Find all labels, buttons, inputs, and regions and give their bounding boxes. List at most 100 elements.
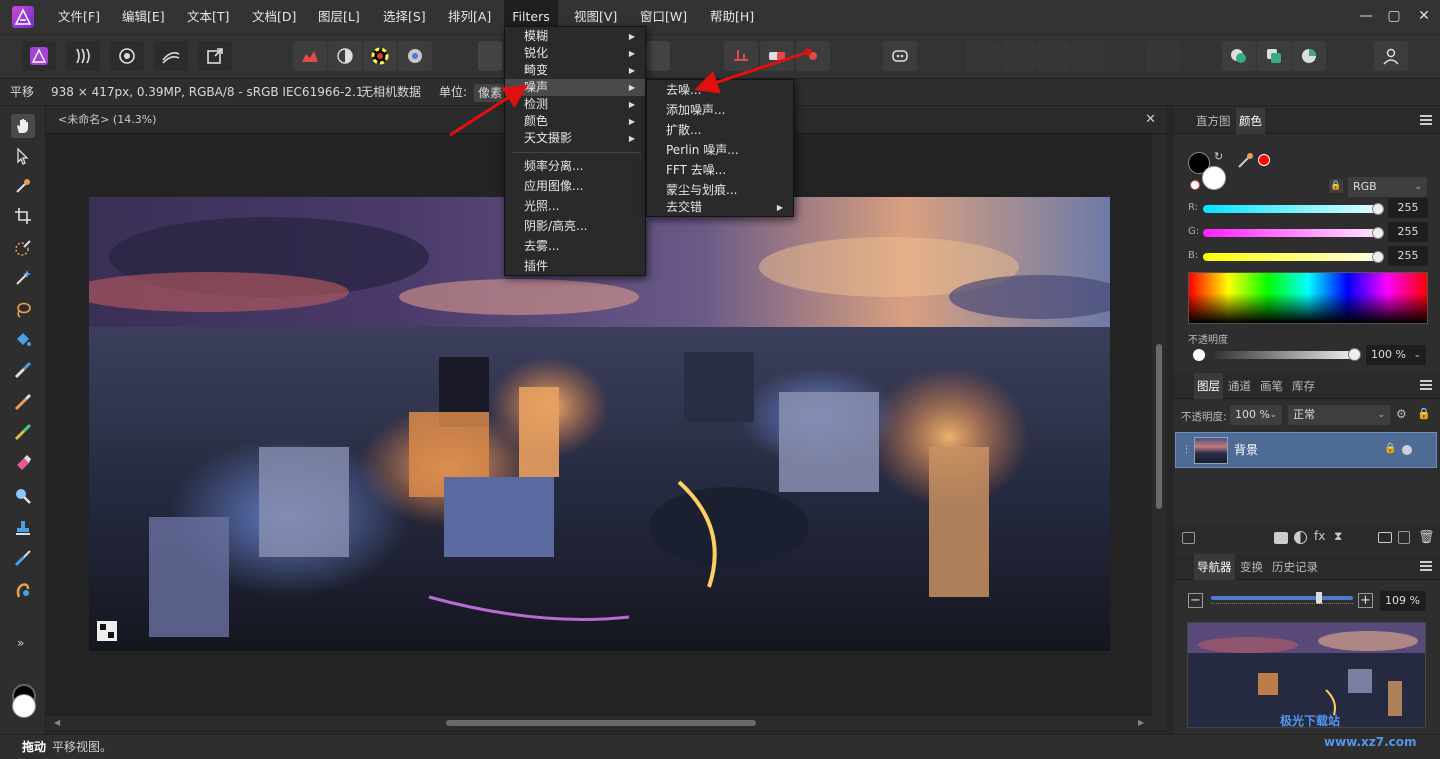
blue-value[interactable]: 255 [1388,246,1428,266]
menu-arrange[interactable]: 排列[A] [448,0,491,34]
menu-item-perlin-noise[interactable]: Perlin 噪声... [647,140,793,160]
green-slider[interactable] [1203,227,1384,239]
retouch-tool[interactable] [11,390,35,414]
layers-panel-menu-icon[interactable] [1420,378,1432,392]
menu-layer[interactable]: 图层[L] [318,0,360,34]
green-slider-knob[interactable] [1372,227,1384,239]
tab-layers[interactable]: 图层 [1194,373,1223,399]
toggle-button[interactable] [760,41,794,71]
freehand-select-tool[interactable] [11,298,35,322]
hand-tool[interactable] [11,114,35,138]
adjustment-layer-icon[interactable] [1294,531,1307,544]
tab-history[interactable]: 历史记录 [1272,554,1318,580]
mode-dropdown-button[interactable] [646,41,670,71]
smudge-tool[interactable] [11,546,35,570]
zoom-field[interactable]: 109 % [1380,591,1426,611]
menu-help[interactable]: 帮助[H] [710,0,754,34]
stroke-color-swatch[interactable] [1202,166,1226,190]
live-filter-icon[interactable]: fx [1314,529,1325,543]
menu-item-dust-scratches[interactable]: 蒙尘与划痕... [647,180,793,200]
green-value[interactable]: 255 [1388,222,1428,242]
paint-brush-tool[interactable] [11,358,35,382]
red-slider[interactable] [1203,203,1384,215]
histogram-adjust-button[interactable] [293,41,327,71]
develop-persona-button[interactable] [110,41,144,71]
menu-item-distort[interactable]: 畸变 ▶ [505,62,645,79]
menu-window[interactable]: 窗口[W] [640,0,687,34]
record-button[interactable] [796,41,830,71]
dock-handle[interactable] [1166,106,1174,734]
account-button[interactable] [1374,41,1408,71]
hourglass-icon[interactable]: ⧗ [1334,529,1342,544]
menu-item-plugins[interactable]: 插件 [505,256,645,276]
menu-item-denoise[interactable]: 去噪... [647,80,793,100]
zoom-in-icon[interactable]: + [1358,593,1373,608]
erase-tool[interactable] [11,450,35,474]
dodge-tool[interactable] [11,484,35,508]
menu-item-shadows-highlights[interactable]: 阴影/高亮... [505,216,645,236]
minimize-button[interactable]: — [1356,6,1376,26]
more-tools-button[interactable]: » [17,636,24,650]
layer-name[interactable]: 背景 [1234,433,1258,467]
boolean-intersect-button[interactable] [1036,41,1070,71]
menu-item-fft-denoise[interactable]: FFT 去噪... [647,160,793,180]
menu-item-frequency-separation[interactable]: 频率分离... [505,156,645,176]
menu-file[interactable]: 文件[F] [58,0,100,34]
layer-locked-icon[interactable]: 🔒 [1384,443,1396,454]
zoom-slider[interactable] [1211,592,1353,604]
flood-fill-tool[interactable] [11,328,35,352]
tab-histogram[interactable]: 直方图 [1196,108,1231,134]
zoom-out-icon[interactable]: − [1188,593,1203,608]
mesh-warp-tool[interactable] [11,578,35,602]
color-picker-tool[interactable] [11,174,35,198]
boolean-xor-button[interactable] [1071,41,1105,71]
auto-contrast-button[interactable] [328,41,362,71]
color-spectrum[interactable] [1188,272,1428,324]
menu-item-apply-image[interactable]: 应用图像... [505,176,645,196]
layer-opacity-field[interactable]: 100 % ⌄ [1230,405,1282,425]
tone-mapping-persona-button[interactable] [154,41,188,71]
crop-tool[interactable] [11,204,35,228]
menu-item-colors[interactable]: 颜色 ▶ [505,113,645,130]
selection-brush-tool[interactable] [11,236,35,260]
scroll-left-icon[interactable]: ◀ [54,718,60,727]
move-tool[interactable] [11,144,35,168]
auto-white-balance-button[interactable] [398,41,432,71]
opacity-slider[interactable] [1214,351,1354,359]
blue-slider[interactable] [1203,251,1384,263]
layer-settings-icon[interactable]: ⚙ [1396,407,1407,421]
horizontal-scrollbar[interactable]: ◀ ▶ [46,716,1166,730]
menu-item-detect[interactable]: 检测 ▶ [505,96,645,113]
maximize-button[interactable]: ▢ [1384,6,1404,26]
selection-mode-button[interactable] [1292,41,1326,71]
tab-brushes[interactable]: 画笔 [1260,373,1283,399]
layer-visibility-icon[interactable] [1402,445,1412,455]
close-document-icon[interactable]: ✕ [1145,106,1156,134]
quick-mask-button[interactable] [1222,41,1256,71]
liquify-persona-button[interactable] [66,41,100,71]
boolean-subtract-button[interactable] [1001,41,1035,71]
menu-item-haze-removal[interactable]: 去雾... [505,236,645,256]
swap-colors-icon[interactable]: ↻ [1214,150,1223,163]
color-panel-menu-icon[interactable] [1420,113,1432,127]
scroll-right-icon[interactable]: ▶ [1138,718,1144,727]
tab-transform[interactable]: 变换 [1240,554,1263,580]
vertical-scrollbar[interactable] [1152,134,1166,716]
tab-stock[interactable]: 库存 [1292,373,1315,399]
new-layer-icon[interactable] [1398,531,1410,544]
export-persona-button[interactable] [198,41,232,71]
horizontal-scroll-thumb[interactable] [446,720,756,726]
tab-navigator[interactable]: 导航器 [1194,554,1235,580]
menu-edit[interactable]: 编辑[E] [122,0,165,34]
flood-select-tool[interactable] [11,266,35,290]
layer-copy-icon[interactable] [1182,532,1195,544]
refine-selection-button[interactable] [1257,41,1291,71]
menu-item-blur[interactable]: 模糊 ▶ [505,28,645,45]
clone-tool[interactable] [11,420,35,444]
app-logo-icon[interactable] [12,6,34,28]
blend-mode-select[interactable]: 正常 ⌄ [1288,405,1390,425]
picked-color-swatch[interactable] [1258,154,1270,166]
opacity-field[interactable]: 100 % ⌄ [1366,345,1426,365]
assistant-button[interactable] [883,41,917,71]
menu-item-lighting[interactable]: 光照... [505,196,645,216]
